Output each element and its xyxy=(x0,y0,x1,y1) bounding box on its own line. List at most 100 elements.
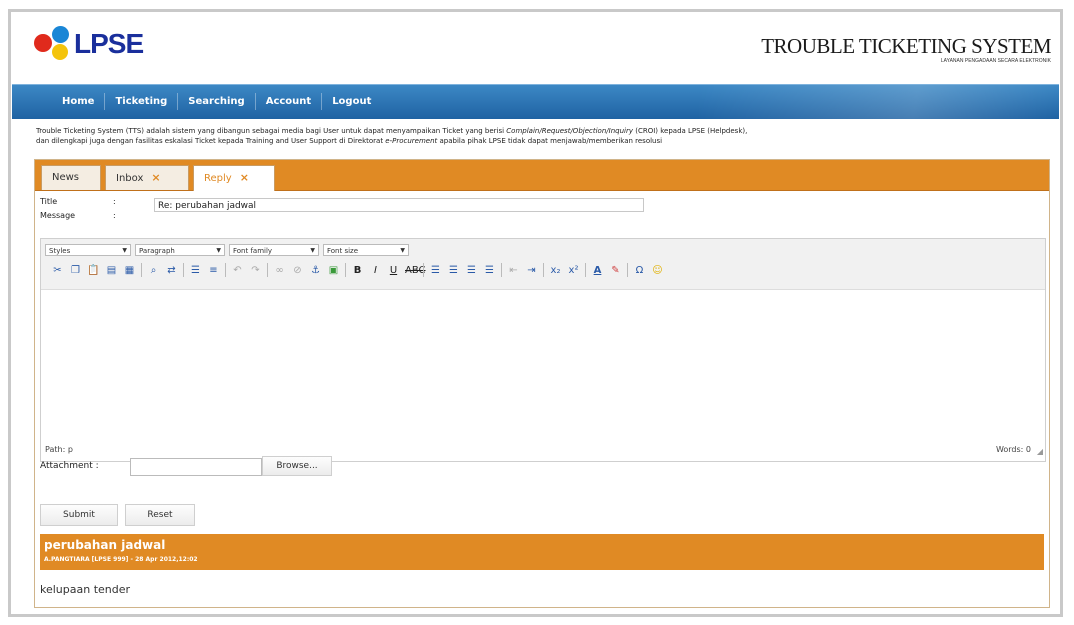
special-char-icon[interactable]: Ω xyxy=(633,264,646,277)
paste-icon[interactable]: 📋 xyxy=(87,264,100,277)
nav-shine xyxy=(699,85,1059,119)
replace-icon[interactable]: ⇄ xyxy=(165,264,178,277)
text-color-icon[interactable]: A xyxy=(591,264,604,277)
toolbar-separator xyxy=(141,263,142,277)
editor-toolbar: Styles ▼ Paragraph ▼ Font family ▼ Font siz… xyxy=(41,239,1045,290)
styles-dropdown-label: Styles xyxy=(49,247,71,255)
tab-news[interactable]: News xyxy=(41,165,101,190)
desc-italic-2: e-Procurement xyxy=(385,137,438,145)
undo-icon[interactable]: ↶ xyxy=(231,264,244,277)
reply-meta: A.PANGTIARA [LPSE 999] - 28 Apr 2012,12:… xyxy=(44,556,198,563)
paragraph-dropdown[interactable]: Paragraph ▼ xyxy=(135,244,225,256)
logo-blue-dot xyxy=(52,26,69,43)
main-nav: Home Ticketing Searching Account Logout xyxy=(12,84,1059,119)
paragraph-dropdown-label: Paragraph xyxy=(139,247,175,255)
tab-reply[interactable]: Reply × xyxy=(193,165,275,191)
toolbar-separator xyxy=(225,263,226,277)
nav-ticketing[interactable]: Ticketing xyxy=(105,93,179,110)
subscript-icon[interactable]: x₂ xyxy=(549,264,562,277)
system-title: TROUBLE TICKETING SYSTEM LAYANAN PENGADA… xyxy=(761,34,1051,64)
strikethrough-icon[interactable]: ABC xyxy=(405,264,426,277)
editor-path: Path: p xyxy=(45,445,73,454)
reply-body: kelupaan tender xyxy=(40,583,131,596)
lpse-logo[interactable]: LPSE xyxy=(34,26,184,76)
align-justify-icon[interactable]: ☰ xyxy=(483,264,496,277)
message-label: Message xyxy=(40,211,76,220)
reply-panel: News Inbox × Reply × Title : Re: perubahan… xyxy=(34,159,1050,608)
message-colon: : xyxy=(113,211,116,220)
bold-icon[interactable]: B xyxy=(351,264,364,277)
desc-text-3: dan dilengkapi juga dengan fasilitas esk… xyxy=(36,137,386,145)
superscript-icon[interactable]: x² xyxy=(567,264,580,277)
toolbar-separator xyxy=(423,263,424,277)
copy-icon[interactable]: ❐ xyxy=(69,264,82,277)
attachment-input[interactable] xyxy=(130,458,262,476)
browse-button[interactable]: Browse... xyxy=(262,456,332,476)
submit-button[interactable]: Submit xyxy=(40,504,118,526)
align-left-icon[interactable]: ☰ xyxy=(429,264,442,277)
styles-dropdown[interactable]: Styles ▼ xyxy=(45,244,131,256)
toolbar-separator xyxy=(183,263,184,277)
editor-icon-row: ✂ ❐ 📋 ▤ ▦ ⌕ ⇄ ☰ ≡ ↶ ↷ ∞ ⊘ ⚓ ▣ B I U ABC … xyxy=(51,263,669,277)
toolbar-separator xyxy=(345,263,346,277)
title-label: Title xyxy=(40,197,58,206)
nav-home[interactable]: Home xyxy=(52,93,106,110)
system-title-text: TROUBLE TICKETING SYSTEM xyxy=(761,34,1051,58)
highlight-color-icon[interactable]: ✎ xyxy=(609,264,622,277)
unlink-icon[interactable]: ⊘ xyxy=(291,264,304,277)
toolbar-separator xyxy=(267,263,268,277)
image-icon[interactable]: ▣ xyxy=(327,264,340,277)
tab-news-label: News xyxy=(52,172,80,183)
chevron-down-icon: ▼ xyxy=(122,247,127,254)
logo-red-dot xyxy=(34,34,52,52)
logo-text: LPSE xyxy=(74,28,144,59)
nav-logout[interactable]: Logout xyxy=(322,93,381,110)
nav-menu: Home Ticketing Searching Account Logout xyxy=(52,93,381,110)
align-right-icon[interactable]: ☰ xyxy=(465,264,478,277)
chevron-down-icon: ▼ xyxy=(310,247,315,254)
font-family-dropdown[interactable]: Font family ▼ xyxy=(229,244,319,256)
desc-text-2: (CROI) kepada LPSE (Helpdesk), xyxy=(632,127,748,135)
toolbar-separator xyxy=(627,263,628,277)
redo-icon[interactable]: ↷ xyxy=(249,264,262,277)
reset-button[interactable]: Reset xyxy=(125,504,195,526)
reply-header: perubahan jadwal A.PANGTIARA [LPSE 999] … xyxy=(40,534,1044,570)
tab-inbox-close-icon[interactable]: × xyxy=(151,171,160,184)
find-icon[interactable]: ⌕ xyxy=(147,264,160,277)
tab-reply-close-icon[interactable]: × xyxy=(240,171,249,184)
anchor-icon[interactable]: ⚓ xyxy=(309,264,322,277)
toolbar-separator xyxy=(585,263,586,277)
title-input[interactable]: Re: perubahan jadwal xyxy=(154,198,644,212)
nav-searching[interactable]: Searching xyxy=(178,93,256,110)
resize-handle-icon[interactable]: ◢ xyxy=(1037,441,1043,463)
header: LPSE TROUBLE TICKETING SYSTEM LAYANAN PE… xyxy=(12,12,1059,84)
nav-account[interactable]: Account xyxy=(256,93,323,110)
indent-icon[interactable]: ⇥ xyxy=(525,264,538,277)
font-family-dropdown-label: Font family xyxy=(233,247,273,255)
rich-text-editor: Styles ▼ Paragraph ▼ Font family ▼ Font siz… xyxy=(40,238,1046,462)
cut-icon[interactable]: ✂ xyxy=(51,264,64,277)
tab-strip: News Inbox × Reply × xyxy=(35,160,1049,191)
word-count: Words: 0 xyxy=(995,445,1031,454)
tab-inbox-label: Inbox xyxy=(116,173,144,184)
paste-text-icon[interactable]: ▤ xyxy=(105,264,118,277)
chevron-down-icon: ▼ xyxy=(216,247,221,254)
outdent-icon[interactable]: ⇤ xyxy=(507,264,520,277)
link-icon[interactable]: ∞ xyxy=(273,264,286,277)
italic-icon[interactable]: I xyxy=(369,264,382,277)
tab-inbox[interactable]: Inbox × xyxy=(105,165,189,190)
emoticon-icon[interactable]: ☺ xyxy=(651,264,664,277)
paste-word-icon[interactable]: ▦ xyxy=(123,264,136,277)
desc-text-1: Trouble Ticketing System (TTS) adalah si… xyxy=(36,127,507,135)
align-center-icon[interactable]: ☰ xyxy=(447,264,460,277)
font-size-dropdown-label: Font size xyxy=(327,247,359,255)
bullet-list-icon[interactable]: ☰ xyxy=(189,264,202,277)
chevron-down-icon: ▼ xyxy=(400,247,405,254)
underline-icon[interactable]: U xyxy=(387,264,400,277)
system-description: Trouble Ticketing System (TTS) adalah si… xyxy=(36,126,1046,146)
desc-italic-1: Complain/Request/Objection/Inquiry xyxy=(506,127,633,135)
numbered-list-icon[interactable]: ≡ xyxy=(207,264,220,277)
font-size-dropdown[interactable]: Font size ▼ xyxy=(323,244,409,256)
tab-reply-label: Reply xyxy=(204,173,232,184)
logo-yellow-dot xyxy=(52,44,68,60)
